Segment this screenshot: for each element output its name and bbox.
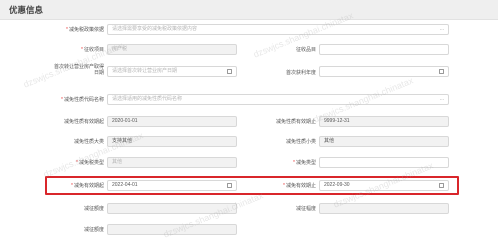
exemption-major-input[interactable]: 支持其他 xyxy=(107,136,237,147)
row-reduction-quota: 减征额度 xyxy=(0,222,498,238)
calendar-icon[interactable] xyxy=(227,69,232,74)
tax-exemption-type-select[interactable]: 其他 xyxy=(107,157,237,168)
levy-subitem-label: 征收品目 xyxy=(295,47,316,53)
levy-item-label: *征收项目 xyxy=(81,47,104,53)
reduction-rate-input[interactable] xyxy=(319,203,449,214)
policy-basis-input[interactable]: 请选择需要享受的减免税政策依据内容 ... xyxy=(107,24,449,35)
exemption-valid-to-label: 减免性质有效期止 xyxy=(275,119,316,125)
section-title: 优惠信息 xyxy=(9,5,44,15)
tax-exemption-type-label: *减免税类型 xyxy=(76,160,104,166)
first-profit-year-input[interactable] xyxy=(319,66,449,77)
row-exemption-validity: 减免性质有效期起 2020-01-01 减免性质有效期止 9999-12-31 xyxy=(0,114,498,130)
levy-item-select[interactable]: 房产税 xyxy=(107,44,237,55)
calendar-icon[interactable] xyxy=(439,69,444,74)
exemption-type-select[interactable] xyxy=(319,157,449,168)
row-first-transfer: 首次转让营业房产取得日期 请选择首次转让营业房产日期 首次获利年度 xyxy=(0,62,498,84)
row-policy-basis: *减免税政策依据 请选择需要享受的减免税政策依据内容 ... xyxy=(0,22,498,38)
reduction-amount-label: 减征额度 xyxy=(83,206,104,212)
row-exemption-type: *减免税类型 其他 *减免类型 xyxy=(0,155,498,171)
row-exemption-category: 减免性质大类 支持其他 减免性质小类 其他 xyxy=(0,134,498,150)
first-transfer-date-input[interactable]: 请选择首次转让营业房产日期 xyxy=(107,66,237,77)
more-icon[interactable]: ... xyxy=(440,95,444,104)
row-exemption-code: *减免性质代码名称 请选择适用的减免性质代码名称 ... xyxy=(0,92,498,108)
exemption-minor-label: 减免性质小类 xyxy=(285,139,316,145)
exemption-valid-from-label: 减免性质有效期起 xyxy=(63,119,104,125)
highlight-annotation xyxy=(45,176,459,195)
first-transfer-date-label: 首次转让营业房产取得日期 xyxy=(53,64,104,76)
policy-basis-label: *减免税政策依据 xyxy=(66,27,104,33)
reduction-quota-input[interactable] xyxy=(107,224,237,235)
reduction-rate-label: 减征幅度 xyxy=(295,206,316,212)
section-header: 优惠信息 xyxy=(0,0,498,20)
exemption-code-input[interactable]: 请选择适用的减免性质代码名称 ... xyxy=(107,94,449,105)
reduction-amount-input[interactable] xyxy=(107,203,237,214)
exemption-valid-to-input[interactable]: 9999-12-31 xyxy=(319,116,449,127)
levy-subitem-select[interactable] xyxy=(319,44,449,55)
first-profit-year-label: 首次获利年度 xyxy=(285,70,316,76)
exemption-minor-input[interactable]: 其他 xyxy=(319,136,449,147)
more-icon[interactable]: ... xyxy=(440,25,444,34)
reduction-quota-label: 减征额度 xyxy=(83,227,104,233)
exemption-valid-from-input[interactable]: 2020-01-01 xyxy=(107,116,237,127)
exemption-major-label: 减免性质大类 xyxy=(73,139,104,145)
row-levy-item: *征收项目 房产税 征收品目 xyxy=(0,42,498,58)
exemption-type-label: *减免类型 xyxy=(293,160,316,166)
row-reduction: 减征额度 减征幅度 xyxy=(0,201,498,217)
exemption-code-label: *减免性质代码名称 xyxy=(61,97,104,103)
